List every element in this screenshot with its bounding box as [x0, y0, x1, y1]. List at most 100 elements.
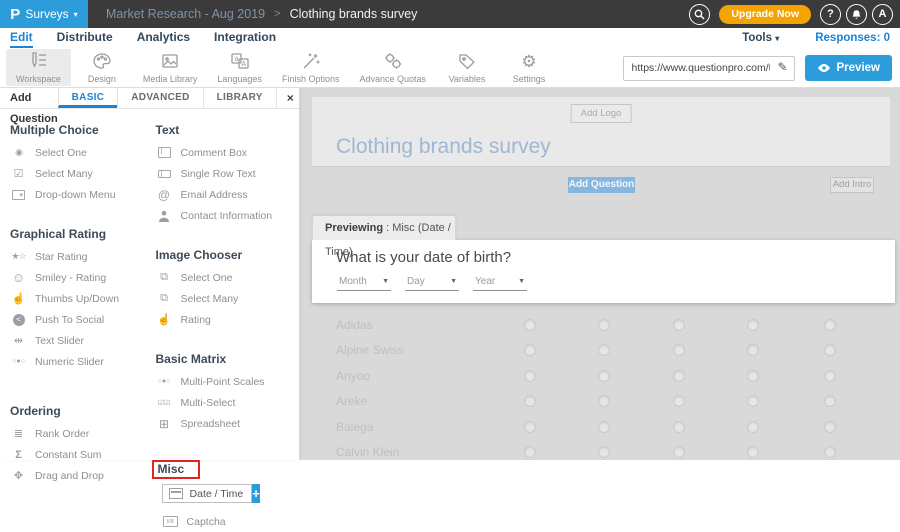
- qtype-date-time-row: Date / Time +: [162, 484, 248, 503]
- qtype-spreadsheet[interactable]: ⊞ Spreadsheet: [156, 413, 299, 434]
- radio-stack-icon: ◉: [10, 147, 27, 158]
- toolbar-item-variables[interactable]: Variables: [436, 48, 498, 87]
- edit-url-pencil-icon[interactable]: ✎: [777, 60, 787, 74]
- toolbar-item-advance-quotas[interactable]: Advance Quotas: [349, 48, 436, 87]
- year-select[interactable]: Year▼: [473, 274, 527, 291]
- radio-button[interactable]: [598, 344, 610, 356]
- toolbar-item-finish-options[interactable]: Finish Options: [272, 48, 350, 87]
- upgrade-now-button[interactable]: Upgrade Now: [719, 5, 811, 24]
- radio-button[interactable]: [824, 370, 836, 382]
- multi-point-icon: ○●○: [156, 378, 173, 385]
- radio-button[interactable]: [673, 370, 685, 382]
- radio-button[interactable]: [524, 395, 536, 407]
- preview-button[interactable]: Preview: [805, 55, 892, 81]
- product-switcher[interactable]: P Surveys ▾: [0, 0, 88, 28]
- share-url-input[interactable]: [623, 56, 795, 81]
- add-intro-button[interactable]: Add Intro: [830, 177, 874, 193]
- advance-quotas-icon: [382, 51, 404, 71]
- share-icon: <: [13, 314, 25, 326]
- qtype-multi-point-scales[interactable]: ○●○ Multi-Point Scales: [156, 371, 299, 392]
- toolbar-item-settings[interactable]: ⚙ Settings: [498, 48, 560, 87]
- qtype-numeric-slider[interactable]: ○●○ Numeric Slider: [10, 351, 148, 372]
- radio-button[interactable]: [524, 370, 536, 382]
- radio-button[interactable]: [824, 395, 836, 407]
- tab-distribute[interactable]: Distribute: [57, 28, 113, 48]
- radio-button[interactable]: [824, 344, 836, 356]
- close-icon[interactable]: ×: [276, 88, 304, 108]
- toolbar-item-languages[interactable]: aA Languages: [207, 48, 272, 87]
- qtype-email-address[interactable]: @ Email Address: [156, 184, 299, 205]
- radio-button[interactable]: [598, 370, 610, 382]
- qtype-date-time[interactable]: Date / Time: [162, 484, 253, 503]
- checkbox-stack-icon: ☑: [10, 167, 27, 180]
- qtype-image-select-many[interactable]: ⧉ Select Many: [156, 288, 299, 309]
- radio-button[interactable]: [747, 395, 759, 407]
- radio-button[interactable]: [747, 370, 759, 382]
- qtype-thumbs-up-down[interactable]: ☝ Thumbs Up/Down: [10, 288, 148, 309]
- qtype-multi-select[interactable]: ☑☑ Multi-Select: [156, 392, 299, 413]
- radio-button[interactable]: [598, 421, 610, 433]
- radio-button[interactable]: [524, 344, 536, 356]
- qtype-dropdown-menu[interactable]: ▾ Drop-down Menu: [10, 184, 148, 205]
- radio-button[interactable]: [673, 446, 685, 458]
- tab-analytics[interactable]: Analytics: [137, 28, 190, 48]
- qtype-constant-sum[interactable]: Σ Constant Sum: [10, 444, 148, 465]
- radio-button[interactable]: [824, 446, 836, 458]
- tab-advanced[interactable]: ADVANCED: [117, 88, 202, 108]
- at-icon: @: [156, 188, 173, 202]
- radio-button[interactable]: [673, 395, 685, 407]
- tab-integration[interactable]: Integration: [214, 28, 276, 48]
- search-button[interactable]: [689, 4, 710, 25]
- breadcrumb-survey-name[interactable]: Clothing brands survey: [290, 7, 418, 21]
- radio-button[interactable]: [747, 421, 759, 433]
- account-avatar[interactable]: A: [872, 4, 893, 25]
- qtype-select-many[interactable]: ☑ Select Many: [10, 163, 148, 184]
- qtype-rank-order[interactable]: ≣ Rank Order: [10, 423, 148, 444]
- radio-button[interactable]: [524, 421, 536, 433]
- tab-library[interactable]: LIBRARY: [203, 88, 276, 108]
- radio-button[interactable]: [747, 446, 759, 458]
- qtype-comment-box[interactable]: I Comment Box: [156, 142, 299, 163]
- survey-title[interactable]: Clothing brands survey: [336, 135, 551, 159]
- toolbar-item-media-library[interactable]: Media Library: [133, 48, 208, 87]
- add-date-time-button[interactable]: +: [252, 484, 260, 503]
- responses-count[interactable]: Responses: 0: [815, 32, 890, 44]
- tab-basic[interactable]: BASIC: [58, 88, 118, 108]
- radio-button[interactable]: [747, 319, 759, 331]
- image-select-many-icon: ⧉: [156, 292, 173, 305]
- qtype-contact-information[interactable]: Contact Information: [156, 205, 299, 226]
- breadcrumb-folder[interactable]: Market Research - Aug 2019: [106, 7, 265, 21]
- qtype-image-rating[interactable]: ☝ Rating: [156, 309, 299, 330]
- radio-button[interactable]: [824, 319, 836, 331]
- radio-button[interactable]: [524, 446, 536, 458]
- add-logo-button[interactable]: Add Logo: [571, 104, 632, 123]
- radio-button[interactable]: [598, 319, 610, 331]
- nav-right: Tools ▾ Responses: 0: [742, 32, 900, 44]
- qtype-image-select-one[interactable]: ⧉ Select One: [156, 267, 299, 288]
- radio-button[interactable]: [524, 319, 536, 331]
- day-select[interactable]: Day▼: [405, 274, 459, 291]
- radio-button[interactable]: [824, 421, 836, 433]
- radio-button[interactable]: [673, 421, 685, 433]
- radio-button[interactable]: [598, 446, 610, 458]
- notifications-button[interactable]: [846, 4, 867, 25]
- qtype-single-row-text[interactable]: I Single Row Text: [156, 163, 299, 184]
- qtype-smiley-rating[interactable]: ☺ Smiley - Rating: [10, 267, 148, 288]
- toolbar-item-workspace[interactable]: Workspace: [6, 49, 71, 86]
- radio-button[interactable]: [598, 395, 610, 407]
- qtype-text-slider[interactable]: ⇹ Text Slider: [10, 330, 148, 351]
- qtype-captcha[interactable]: va Captcha: [162, 511, 299, 532]
- tools-menu[interactable]: Tools ▾: [742, 32, 779, 44]
- qtype-select-one[interactable]: ◉ Select One: [10, 142, 148, 163]
- radio-button[interactable]: [747, 344, 759, 356]
- toolbar-item-design[interactable]: Design: [71, 48, 133, 87]
- radio-button[interactable]: [673, 319, 685, 331]
- tab-edit[interactable]: Edit: [10, 28, 33, 48]
- qtype-drag-and-drop[interactable]: ✥ Drag and Drop: [10, 465, 148, 486]
- month-select[interactable]: Month▼: [337, 274, 391, 291]
- qtype-star-rating[interactable]: ★☆ Star Rating: [10, 246, 148, 267]
- radio-button[interactable]: [673, 344, 685, 356]
- help-button[interactable]: ?: [820, 4, 841, 25]
- add-question-button[interactable]: Add Question: [568, 177, 635, 193]
- qtype-push-to-social[interactable]: < Push To Social: [10, 309, 148, 330]
